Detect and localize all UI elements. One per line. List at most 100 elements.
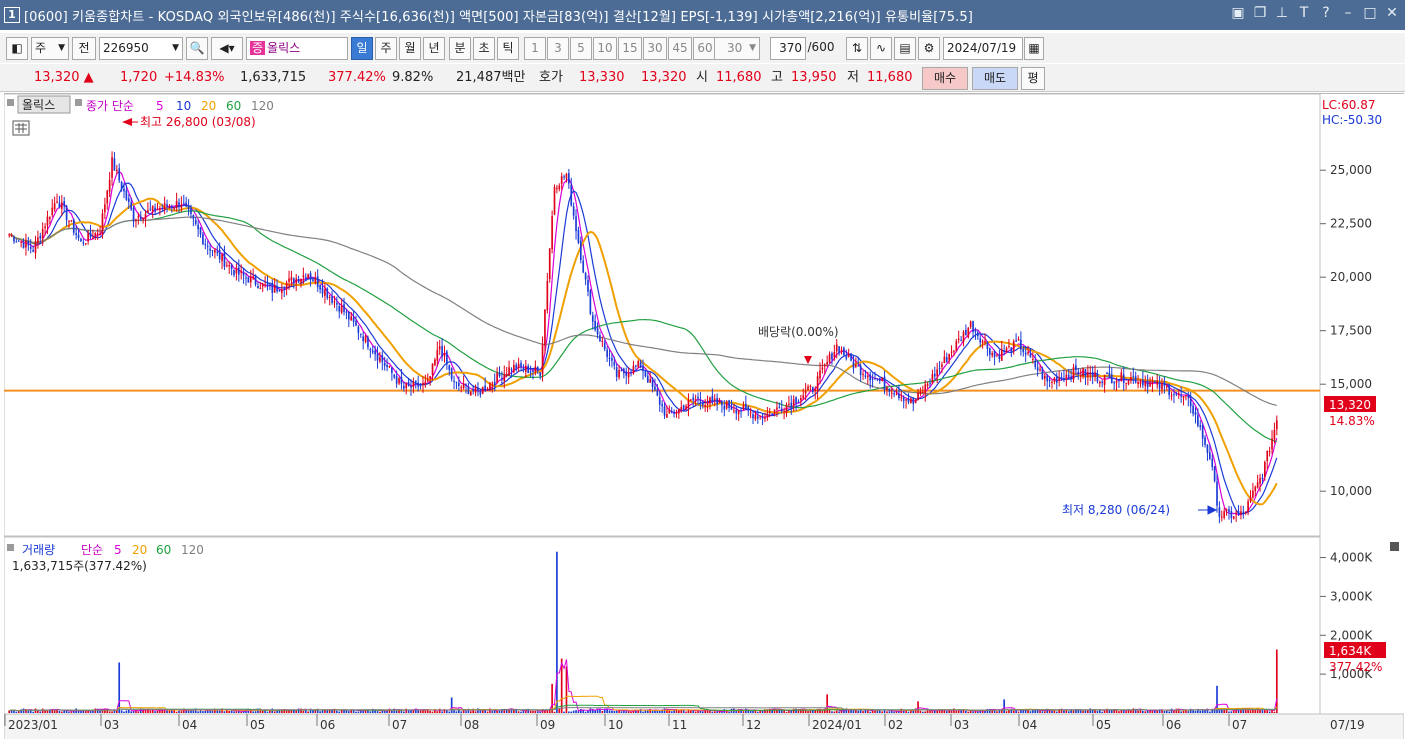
candle-body: [651, 378, 654, 388]
candle-body: [309, 273, 312, 279]
volume-legend-handle-icon: [7, 544, 14, 551]
help-icon[interactable]: ?: [1319, 5, 1333, 21]
period-tick-tab[interactable]: 틱: [497, 37, 519, 60]
candle-body: [185, 202, 188, 207]
candle-body: [22, 242, 25, 248]
candle-body: [407, 381, 410, 386]
period-month-tab[interactable]: 월: [399, 37, 421, 60]
period-day-tab[interactable]: 일: [351, 37, 373, 60]
stock-name-value: 올릭스: [267, 41, 301, 55]
candle-body: [618, 369, 620, 378]
minimize-icon[interactable]: –: [1341, 5, 1355, 21]
candle-body: [663, 406, 666, 416]
candle-body: [402, 385, 405, 389]
volume-pane-close-icon[interactable]: [1390, 542, 1399, 551]
close-icon[interactable]: ✕: [1385, 5, 1399, 21]
sell-button[interactable]: 매도: [972, 67, 1018, 90]
candle-body: [704, 404, 707, 407]
layout-icon[interactable]: ◧: [6, 37, 28, 60]
candle-body: [89, 232, 92, 238]
candle-body: [579, 240, 582, 261]
maximize-icon[interactable]: □: [1363, 5, 1377, 21]
volume-bar: [1254, 709, 1257, 713]
interval-1[interactable]: 1: [524, 37, 546, 60]
table-view-icon[interactable]: [12, 120, 30, 136]
candle-body: [1079, 375, 1082, 377]
candle-body: [82, 242, 85, 244]
candle-body: [807, 386, 809, 390]
date-input[interactable]: 2024/07/19: [943, 37, 1023, 60]
candle-body: [878, 378, 881, 382]
candle-body: [350, 316, 353, 321]
candle-body: [1012, 341, 1015, 352]
data-count-input[interactable]: 370: [770, 37, 806, 60]
candle-body: [697, 396, 699, 399]
eval-button[interactable]: 평: [1021, 67, 1045, 90]
volume-bar: [1041, 711, 1044, 713]
interval-3[interactable]: 3: [547, 37, 569, 60]
interval-5[interactable]: 5: [570, 37, 592, 60]
date-tick-label: 11: [672, 718, 687, 732]
candle-body: [921, 391, 924, 393]
interval-custom-select[interactable]: 30 ▼: [714, 37, 760, 60]
volume-bar: [1096, 710, 1099, 713]
gear-icon[interactable]: ⚙: [918, 37, 940, 60]
date-tick-label: 09: [540, 718, 555, 732]
chart-canvas[interactable]: 25,000 22,500 20,000 17,500 15,000 10,000 4,0…: [4, 94, 1404, 739]
candle-body: [532, 370, 534, 372]
volume-bar: [80, 711, 82, 713]
stock-name-field[interactable]: 증 올릭스: [246, 37, 348, 60]
font-icon[interactable]: T: [1297, 5, 1311, 21]
candle-body: [788, 403, 790, 405]
candle-body: [1142, 379, 1144, 386]
period-minute-tab[interactable]: 분: [449, 37, 471, 60]
pane-handle-icon[interactable]: [7, 99, 14, 106]
interval-30[interactable]: 30: [643, 37, 667, 60]
period-second-tab[interactable]: 초: [473, 37, 495, 60]
candle-body: [417, 382, 420, 387]
period-year-tab[interactable]: 년: [423, 37, 445, 60]
candle-body: [565, 173, 568, 179]
candle-body: [627, 373, 630, 378]
candle-body: [80, 238, 82, 242]
candle-body: [1206, 444, 1209, 453]
candle-body: [957, 338, 960, 341]
interval-15[interactable]: 15: [618, 37, 642, 60]
restore-layout-icon[interactable]: ❐: [1253, 5, 1267, 21]
interval-10[interactable]: 10: [593, 37, 617, 60]
trend-line-icon[interactable]: ∿: [870, 37, 892, 60]
save-icon[interactable]: ▤: [894, 37, 916, 60]
volume-tick-label: 4,000K: [1330, 551, 1373, 565]
volume-bar: [197, 711, 199, 713]
candle-body: [850, 354, 852, 361]
candle-body: [254, 274, 257, 285]
search-icon[interactable]: 🔍: [186, 37, 208, 60]
pin-icon[interactable]: ⊥: [1275, 5, 1289, 21]
volume-bar: [807, 710, 809, 713]
candle-body: [826, 362, 828, 365]
volume-bar: [957, 710, 960, 713]
candle-body: [386, 364, 388, 368]
speaker-icon[interactable]: ◀▾: [211, 37, 243, 60]
period-week-tab[interactable]: 주: [375, 37, 397, 60]
candle-body: [1232, 516, 1235, 519]
stock-code-input[interactable]: 226950 ▼: [99, 37, 183, 60]
candle-body: [802, 395, 805, 399]
stock-chart[interactable]: 25,000 22,500 20,000 17,500 15,000 10,000 4,0…: [4, 93, 1404, 739]
candle-body: [345, 311, 348, 313]
candle-body: [336, 303, 338, 305]
candle-type-icon[interactable]: ⇅: [846, 37, 868, 60]
candle-body: [608, 357, 611, 359]
interval-45[interactable]: 45: [668, 37, 692, 60]
calendar-icon[interactable]: ▦: [1024, 37, 1044, 60]
tile-icon[interactable]: ▣: [1231, 5, 1245, 21]
candle-body: [910, 398, 912, 404]
candle-body: [977, 332, 979, 337]
volume-bar: [379, 711, 381, 713]
buy-button[interactable]: 매수: [922, 67, 968, 90]
market-type-select[interactable]: 주 ▼: [31, 37, 69, 60]
prev-button[interactable]: 전: [72, 37, 96, 60]
volume-bar: [441, 711, 443, 713]
date-tick-label: 05: [250, 718, 265, 732]
volume-bar: [369, 711, 372, 713]
